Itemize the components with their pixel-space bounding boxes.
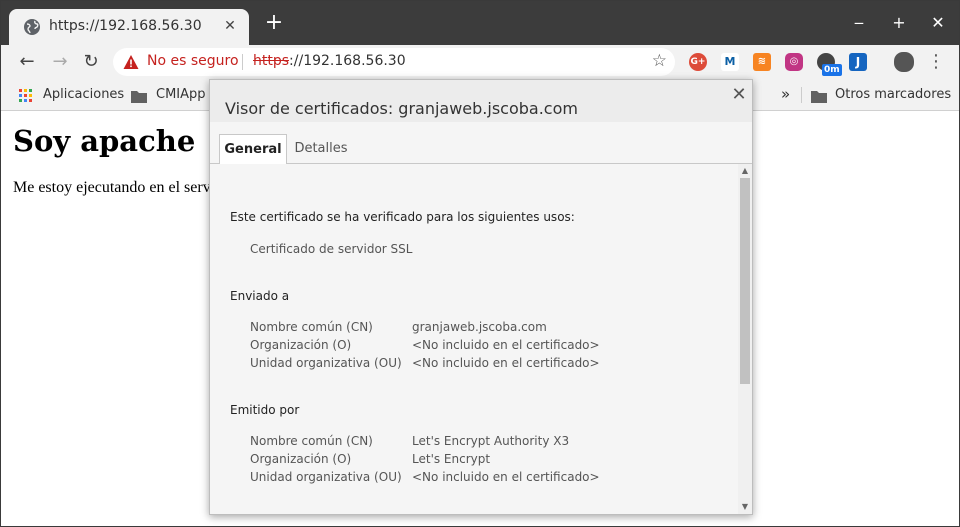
- timer-icon[interactable]: 0m: [817, 53, 842, 76]
- scroll-up-arrow-icon[interactable]: ▲: [740, 166, 750, 176]
- tab-strip: https://192.168.56.30 ✕ + ‒ + ✕: [1, 1, 959, 45]
- more-bookmarks-button[interactable]: »: [781, 85, 790, 103]
- issued-by-label: Nombre común (CN): [250, 434, 373, 448]
- bookmark-other[interactable]: Otros marcadores: [835, 87, 951, 102]
- uses-title: Este certificado se ha verificado para l…: [230, 210, 575, 224]
- globe-icon: [23, 18, 41, 36]
- divider: [242, 54, 243, 70]
- issued-to-label: Unidad organizativa (OU): [250, 356, 402, 370]
- minimize-button[interactable]: ‒: [847, 11, 871, 35]
- security-status[interactable]: No es seguro: [147, 53, 239, 69]
- avatar[interactable]: [894, 52, 914, 72]
- use-item: Certificado de servidor SSL: [250, 242, 413, 256]
- folder-icon: [811, 88, 827, 103]
- page-heading: Soy apache: [13, 124, 196, 158]
- divider: [801, 87, 802, 103]
- dialog-body: Este certificado se ha verificado para l…: [210, 164, 738, 514]
- rss-icon[interactable]: ≋: [753, 53, 771, 71]
- issued-by-value: <No incluido en el certificado>: [412, 470, 600, 484]
- scroll-down-arrow-icon[interactable]: ▼: [740, 502, 750, 512]
- warning-icon[interactable]: [123, 54, 139, 70]
- tab-close-icon[interactable]: ✕: [221, 17, 239, 35]
- bookmark-star-icon[interactable]: ☆: [652, 51, 667, 71]
- issued-by-value: Let's Encrypt: [412, 452, 491, 466]
- tab-title: https://192.168.56.30: [49, 18, 202, 34]
- issued-by-label: Unidad organizativa (OU): [250, 470, 402, 484]
- dialog-scrollbar[interactable]: ▲ ▼: [738, 164, 752, 514]
- menu-icon[interactable]: ⋮: [927, 51, 945, 73]
- dialog-close-icon[interactable]: ✕: [730, 86, 748, 104]
- folder-icon: [131, 88, 147, 103]
- back-button[interactable]: ←: [15, 50, 39, 74]
- tab-details[interactable]: Detalles: [288, 134, 354, 164]
- certificate-dialog: Visor de certificados: granjaweb.jscoba.…: [209, 79, 753, 515]
- new-tab-button[interactable]: +: [263, 12, 285, 35]
- movistar-icon[interactable]: M: [721, 53, 739, 71]
- j-icon[interactable]: J: [849, 53, 867, 71]
- issued-to-value: <No incluido en el certificado>: [412, 338, 600, 352]
- issued-to-value: <No incluido en el certificado>: [412, 356, 600, 370]
- apps-grid-icon[interactable]: [19, 88, 35, 102]
- bookmark-cmiapp[interactable]: CMIApp: [156, 87, 206, 102]
- dialog-title: Visor de certificados: granjaweb.jscoba.…: [225, 99, 578, 118]
- issued-to-value: granjaweb.jscoba.com: [412, 320, 547, 334]
- reload-button[interactable]: ↻: [79, 50, 103, 74]
- timer-badge: 0m: [822, 64, 842, 76]
- url-text[interactable]: https://192.168.56.30: [253, 53, 406, 69]
- browser-tab[interactable]: https://192.168.56.30 ✕: [9, 9, 249, 45]
- forward-button[interactable]: →: [48, 50, 72, 74]
- page-paragraph: Me estoy ejecutando en el serv: [13, 179, 211, 196]
- browser-window: https://192.168.56.30 ✕ + ‒ + ✕ ← → ↻ No…: [0, 0, 960, 527]
- tab-general[interactable]: General: [219, 134, 287, 165]
- issued-by-title: Emitido por: [230, 403, 300, 417]
- toolbar: ← → ↻ No es seguro https://192.168.56.30…: [1, 45, 959, 79]
- issued-to-title: Enviado a: [230, 289, 290, 303]
- url-scheme: https: [253, 53, 290, 69]
- scrollbar-thumb[interactable]: [740, 178, 750, 384]
- google-plus-icon[interactable]: G+: [689, 53, 707, 71]
- issued-by-label: Organización (O): [250, 452, 352, 466]
- issued-to-label: Organización (O): [250, 338, 352, 352]
- url-host: ://192.168.56.30: [289, 53, 406, 69]
- dialog-header: Visor de certificados: granjaweb.jscoba.…: [210, 80, 752, 122]
- maximize-button[interactable]: +: [887, 11, 911, 35]
- dialog-tabs: General Detalles: [210, 134, 752, 165]
- bookmark-apps[interactable]: Aplicaciones: [43, 87, 124, 102]
- issued-to-label: Nombre común (CN): [250, 320, 373, 334]
- close-window-button[interactable]: ✕: [926, 11, 950, 35]
- address-bar[interactable]: No es seguro https://192.168.56.30 ☆: [113, 48, 675, 76]
- issued-by-value: Let's Encrypt Authority X3: [412, 434, 570, 448]
- instagram-icon[interactable]: ◎: [785, 53, 803, 71]
